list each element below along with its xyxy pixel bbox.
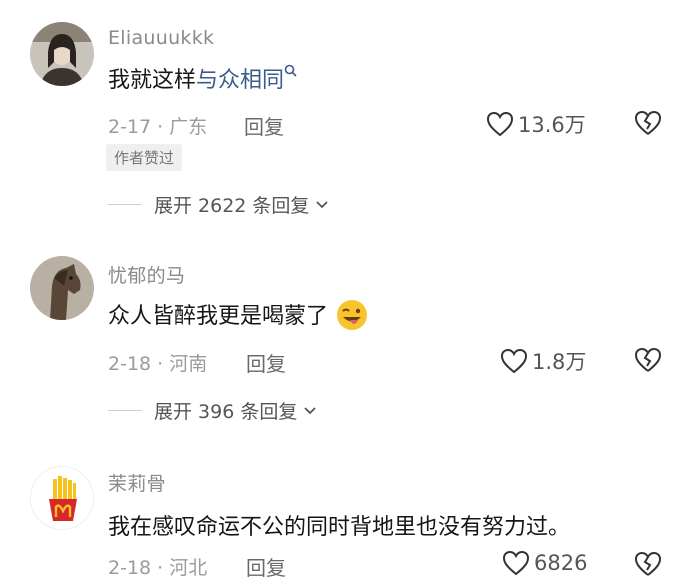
fries-avatar-icon[interactable] [30, 466, 94, 530]
like-count: 6826 [534, 551, 588, 575]
reply-button[interactable]: 回复 [246, 552, 286, 581]
date-location: 2-18 · 河北 [108, 557, 208, 579]
heart-icon [502, 550, 530, 576]
comment-text: 我在感叹命运不公的同时背地里也没有努力过。 [108, 515, 571, 540]
like-button[interactable]: 6826 [502, 550, 587, 576]
broken-heart-icon [634, 551, 662, 576]
username[interactable]: 茉莉骨 [108, 469, 166, 496]
dislike-button[interactable] [634, 551, 662, 581]
comment-3: 茉莉骨 我在感叹命运不公的同时背地里也没有努力过。 2-18 · 河北 回复 6… [0, 0, 690, 586]
